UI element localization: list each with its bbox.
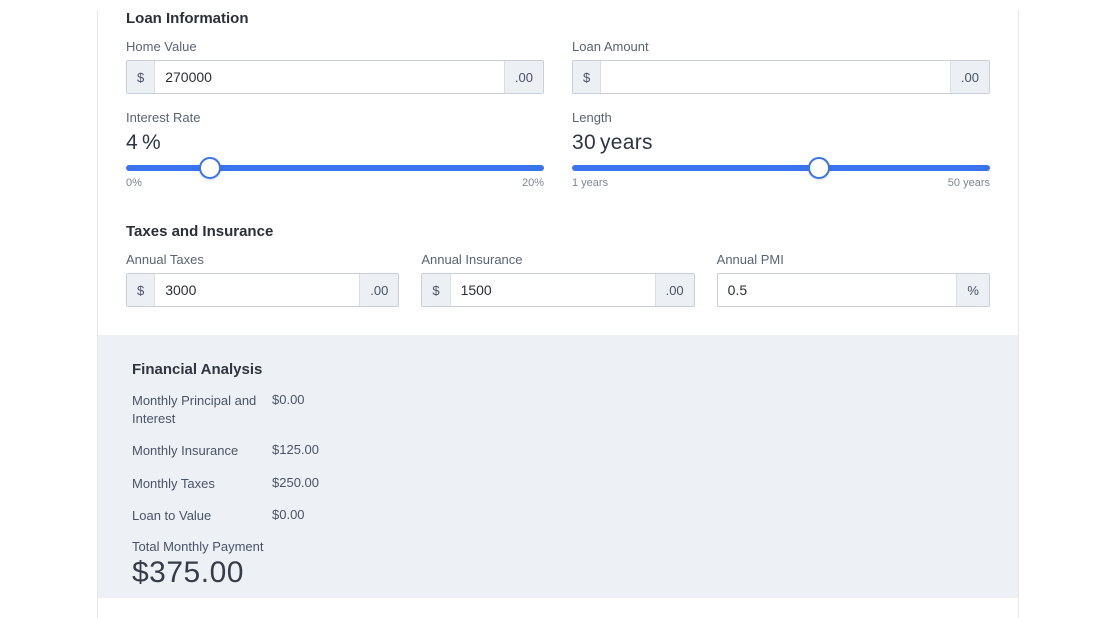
loan-amount-label: Loan Amount [572,39,990,54]
currency-prefix: $ [573,61,601,93]
annual-insurance-input[interactable] [451,274,655,306]
loan-amount-block: Loan Amount $ .00 [572,39,990,94]
home-value-block: Home Value $ .00 [126,39,544,94]
annual-insurance-block: Annual Insurance $ .00 [421,252,694,307]
annual-taxes-block: Annual Taxes $ .00 [126,252,399,307]
home-value-label: Home Value [126,39,544,54]
main-container: Loan Information Home Value $ .00 Loan A… [97,10,1019,618]
interest-rate-min: 0% [126,177,142,189]
length-max: 50 years [948,177,990,189]
analysis-value: $125.00 [272,442,319,457]
interest-rate-value-display: 4% [126,131,544,155]
analysis-row-taxes: Monthly Taxes $250.00 [132,475,984,493]
length-value-display: 30years [572,131,990,155]
currency-prefix: $ [127,274,155,306]
length-unit: years [600,131,653,154]
annual-pmi-label: Annual PMI [717,252,990,267]
length-label: Length [572,110,990,125]
percent-suffix: % [956,274,989,306]
loan-amount-input[interactable] [601,61,950,93]
currency-prefix: $ [127,61,155,93]
home-value-input[interactable] [155,61,504,93]
decimal-suffix: .00 [504,61,543,93]
analysis-value: $0.00 [272,507,305,522]
decimal-suffix: .00 [359,274,398,306]
analysis-row-insurance: Monthly Insurance $125.00 [132,442,984,460]
analysis-label: Monthly Taxes [132,475,272,493]
analysis-value: $0.00 [272,392,305,407]
currency-prefix: $ [422,274,450,306]
analysis-row-ltv: Loan to Value $0.00 [132,507,984,525]
length-number: 30 [572,131,596,154]
interest-rate-thumb[interactable] [199,157,221,179]
analysis-label: Monthly Insurance [132,442,272,460]
analysis-heading: Financial Analysis [132,361,984,378]
financial-analysis-card: Financial Analysis Monthly Principal and… [98,335,1018,598]
length-slider[interactable] [572,165,990,171]
analysis-value: $250.00 [272,475,319,490]
annual-pmi-input[interactable] [718,274,957,306]
interest-rate-number: 4 [126,131,138,154]
decimal-suffix: .00 [950,61,989,93]
total-label: Total Monthly Payment [132,539,984,554]
interest-rate-max: 20% [522,177,544,189]
annual-insurance-label: Annual Insurance [421,252,694,267]
length-block: Length 30years 1 years 50 years [572,110,990,189]
interest-rate-slider[interactable] [126,165,544,171]
length-min: 1 years [572,177,608,189]
taxes-heading: Taxes and Insurance [126,223,990,240]
length-thumb[interactable] [808,157,830,179]
annual-pmi-block: Annual PMI % [717,252,990,307]
analysis-label: Loan to Value [132,507,272,525]
total-value: $375.00 [132,556,984,590]
loan-info-heading: Loan Information [126,10,990,27]
annual-taxes-input[interactable] [155,274,359,306]
analysis-row-principal: Monthly Principal and Interest $0.00 [132,392,984,428]
annual-taxes-label: Annual Taxes [126,252,399,267]
interest-rate-unit: % [142,131,161,154]
interest-rate-block: Interest Rate 4% 0% 20% [126,110,544,189]
interest-rate-label: Interest Rate [126,110,544,125]
home-value-group: $ .00 [126,60,544,94]
loan-amount-group: $ .00 [572,60,990,94]
decimal-suffix: .00 [655,274,694,306]
analysis-label: Monthly Principal and Interest [132,392,272,428]
